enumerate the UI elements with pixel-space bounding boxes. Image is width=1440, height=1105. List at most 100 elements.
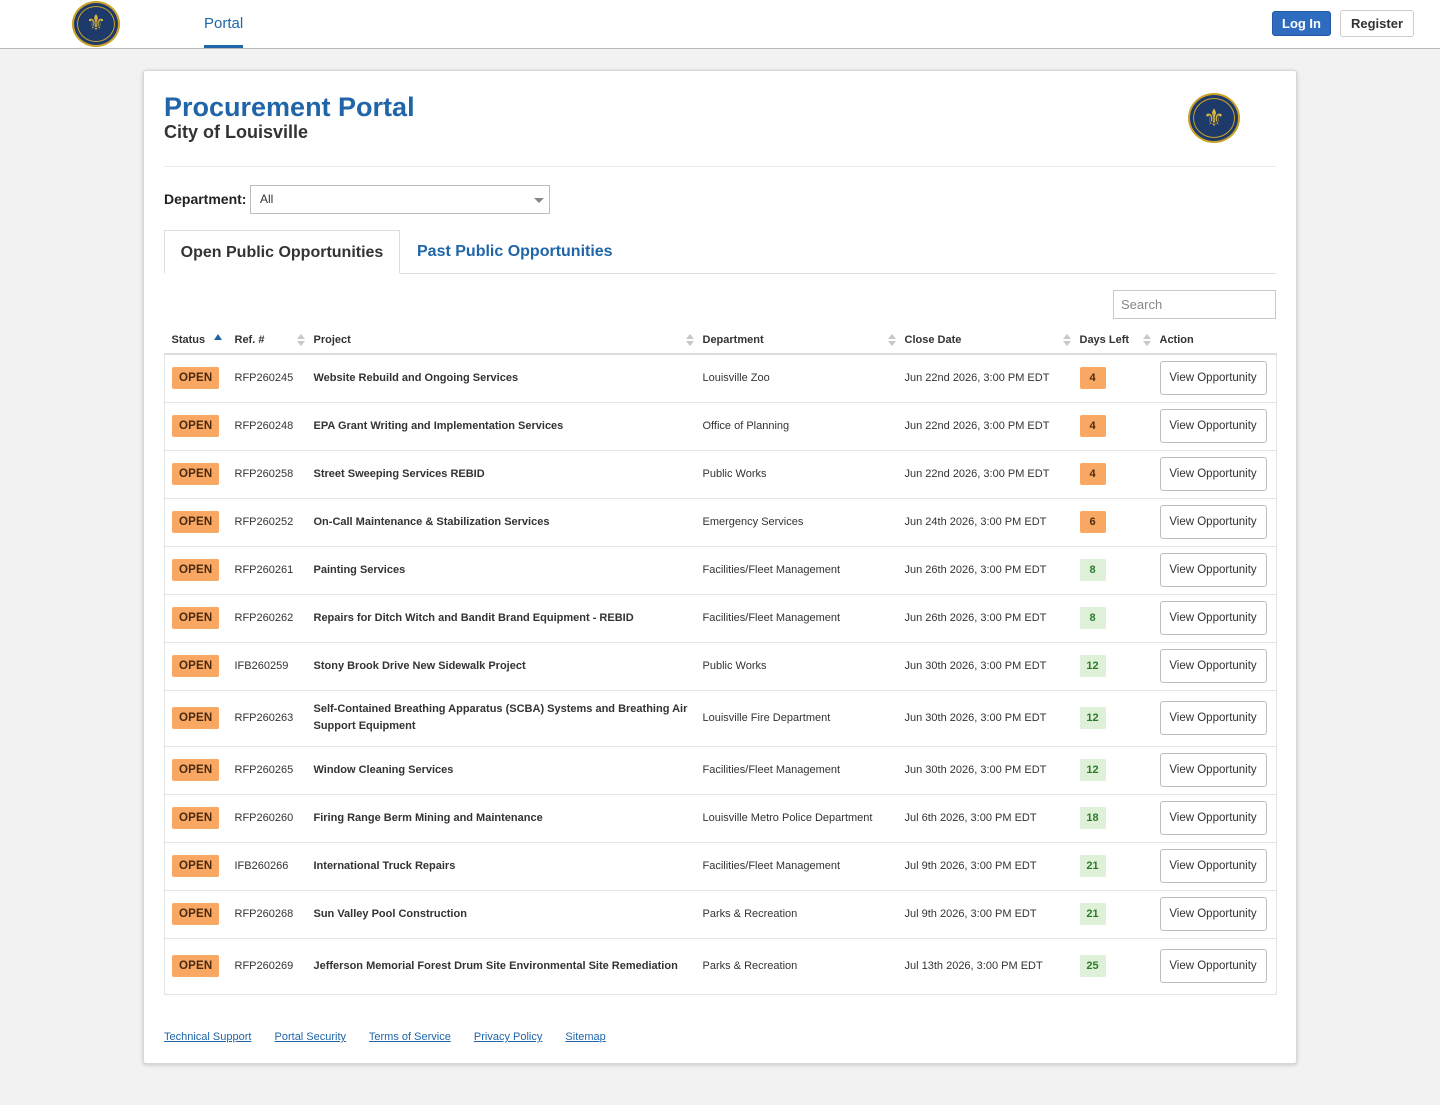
footer-link-portal-security[interactable]: Portal Security [275,1031,347,1043]
days-left-cell: 12 [1072,689,1153,746]
view-opportunity-button[interactable]: View Opportunity [1159,457,1267,491]
close-date-cell: Jul 9th 2026, 3:00 PM EDT [897,841,1073,890]
department-cell: Louisville Metro Police Department [695,793,898,842]
ref-cell: RFP260265 [227,745,307,794]
days-left-badge: 18 [1079,807,1106,829]
sort-up-icon [685,334,694,339]
view-opportunity-button[interactable]: View Opportunity [1159,753,1267,787]
project-cell: Jefferson Memorial Forest Drum Site Envi… [306,937,696,995]
status-badge: OPEN [172,955,220,977]
nav-portal-link[interactable]: Portal [204,0,244,48]
search-input[interactable] [1113,290,1276,319]
days-left-badge: 12 [1079,759,1106,781]
sort-up-icon [1062,334,1071,339]
action-cell: View Opportunity [1152,937,1277,995]
status-badge: OPEN [172,511,220,533]
ref-cell: RFP260252 [227,497,307,546]
footer-link-sitemap[interactable]: Sitemap [565,1031,605,1043]
status-cell: OPEN [164,689,228,746]
project-cell: Website Rebuild and Ongoing Services [306,353,696,402]
footer-link-technical-support[interactable]: Technical Support [164,1031,251,1043]
view-opportunity-button[interactable]: View Opportunity [1159,649,1267,683]
login-button[interactable]: Log In [1272,11,1331,36]
view-opportunity-button[interactable]: View Opportunity [1159,409,1267,443]
sort-down-icon [887,341,896,346]
view-opportunity-button[interactable]: View Opportunity [1159,601,1267,635]
action-cell: View Opportunity [1152,689,1277,746]
department-cell: Louisville Fire Department [695,689,898,746]
days-left-badge: 8 [1079,559,1106,581]
column-header-days-left[interactable]: Days Left [1072,326,1153,355]
project-cell: Self-Contained Breathing Apparatus (SCBA… [306,689,696,746]
column-header-department[interactable]: Department [695,326,898,355]
days-left-badge: 21 [1079,903,1106,925]
ref-cell: RFP260262 [227,593,307,642]
footer-link-terms-of-service[interactable]: Terms of Service [369,1031,451,1043]
close-date-cell: Jun 22nd 2026, 3:00 PM EDT [897,401,1073,450]
ref-cell: RFP260245 [227,353,307,402]
close-date-cell: Jul 6th 2026, 3:00 PM EDT [897,793,1073,842]
view-opportunity-button[interactable]: View Opportunity [1159,505,1267,539]
tab-open-opportunities[interactable]: Open Public Opportunities [164,230,400,274]
ref-cell: RFP260269 [227,937,307,995]
status-badge: OPEN [172,855,220,877]
project-cell: Window Cleaning Services [306,745,696,794]
status-badge: OPEN [172,807,220,829]
days-left-cell: 8 [1072,593,1153,642]
department-label: Department: [164,191,247,207]
days-left-cell: 6 [1072,497,1153,546]
action-cell: View Opportunity [1152,641,1277,690]
column-header-status[interactable]: Status [164,326,228,355]
table-row: OPEN RFP260260 Firing Range Berm Mining an… [164,793,1277,842]
days-left-cell: 12 [1072,745,1153,794]
department-cell: Louisville Zoo [695,353,898,402]
action-cell: View Opportunity [1152,353,1277,402]
close-date-cell: Jun 26th 2026, 3:00 PM EDT [897,545,1073,594]
action-cell: View Opportunity [1152,497,1277,546]
status-cell: OPEN [164,937,228,995]
register-button[interactable]: Register [1340,10,1414,37]
column-header-close-date[interactable]: Close Date [897,326,1073,355]
action-cell: View Opportunity [1152,401,1277,450]
close-date-cell: Jun 26th 2026, 3:00 PM EDT [897,593,1073,642]
days-left-cell: 25 [1072,937,1153,995]
table-row: OPEN RFP260248 EPA Grant Writing and Imple… [164,401,1277,450]
ref-cell: IFB260266 [227,841,307,890]
project-cell: Sun Valley Pool Construction [306,889,696,938]
view-opportunity-button[interactable]: View Opportunity [1159,849,1267,883]
tab-past-opportunities[interactable]: Past Public Opportunities [417,230,613,274]
column-header-project[interactable]: Project [306,326,696,355]
table-header-row: Status Ref. # Project Department Close D… [164,326,1277,355]
view-opportunity-button[interactable]: View Opportunity [1159,361,1267,396]
ref-cell: RFP260258 [227,449,307,498]
column-header-ref[interactable]: Ref. # [227,326,307,355]
status-cell: OPEN [164,793,228,842]
status-cell: OPEN [164,449,228,498]
close-date-cell: Jun 30th 2026, 3:00 PM EDT [897,745,1073,794]
department-cell: Emergency Services [695,497,898,546]
project-cell: On-Call Maintenance & Stabilization Serv… [306,497,696,546]
footer-links: Technical Support Portal Security Terms … [164,1031,626,1043]
status-cell: OPEN [164,745,228,794]
footer-link-privacy-policy[interactable]: Privacy Policy [474,1031,542,1043]
department-select[interactable]: All [250,185,550,214]
department-select-value: All [260,192,274,206]
top-nav: ⚜ Portal Log In Register [0,0,1440,49]
fleur-de-lis-icon: ⚜ [1203,104,1225,132]
view-opportunity-button[interactable]: View Opportunity [1159,897,1267,931]
status-badge: OPEN [172,367,220,390]
view-opportunity-button[interactable]: View Opportunity [1159,949,1267,983]
page-title: Procurement Portal [164,92,415,122]
table-row: OPEN RFP260268 Sun Valley Pool Constructio… [164,889,1277,938]
days-left-cell: 12 [1072,641,1153,690]
city-seal-logo[interactable]: ⚜ [72,1,120,47]
days-left-cell: 21 [1072,889,1153,938]
close-date-cell: Jun 22nd 2026, 3:00 PM EDT [897,449,1073,498]
status-cell: OPEN [164,641,228,690]
project-cell: Stony Brook Drive New Sidewalk Project [306,641,696,690]
department-cell: Public Works [695,641,898,690]
view-opportunity-button[interactable]: View Opportunity [1159,553,1267,587]
view-opportunity-button[interactable]: View Opportunity [1159,701,1267,735]
action-cell: View Opportunity [1152,449,1277,498]
view-opportunity-button[interactable]: View Opportunity [1159,801,1267,835]
